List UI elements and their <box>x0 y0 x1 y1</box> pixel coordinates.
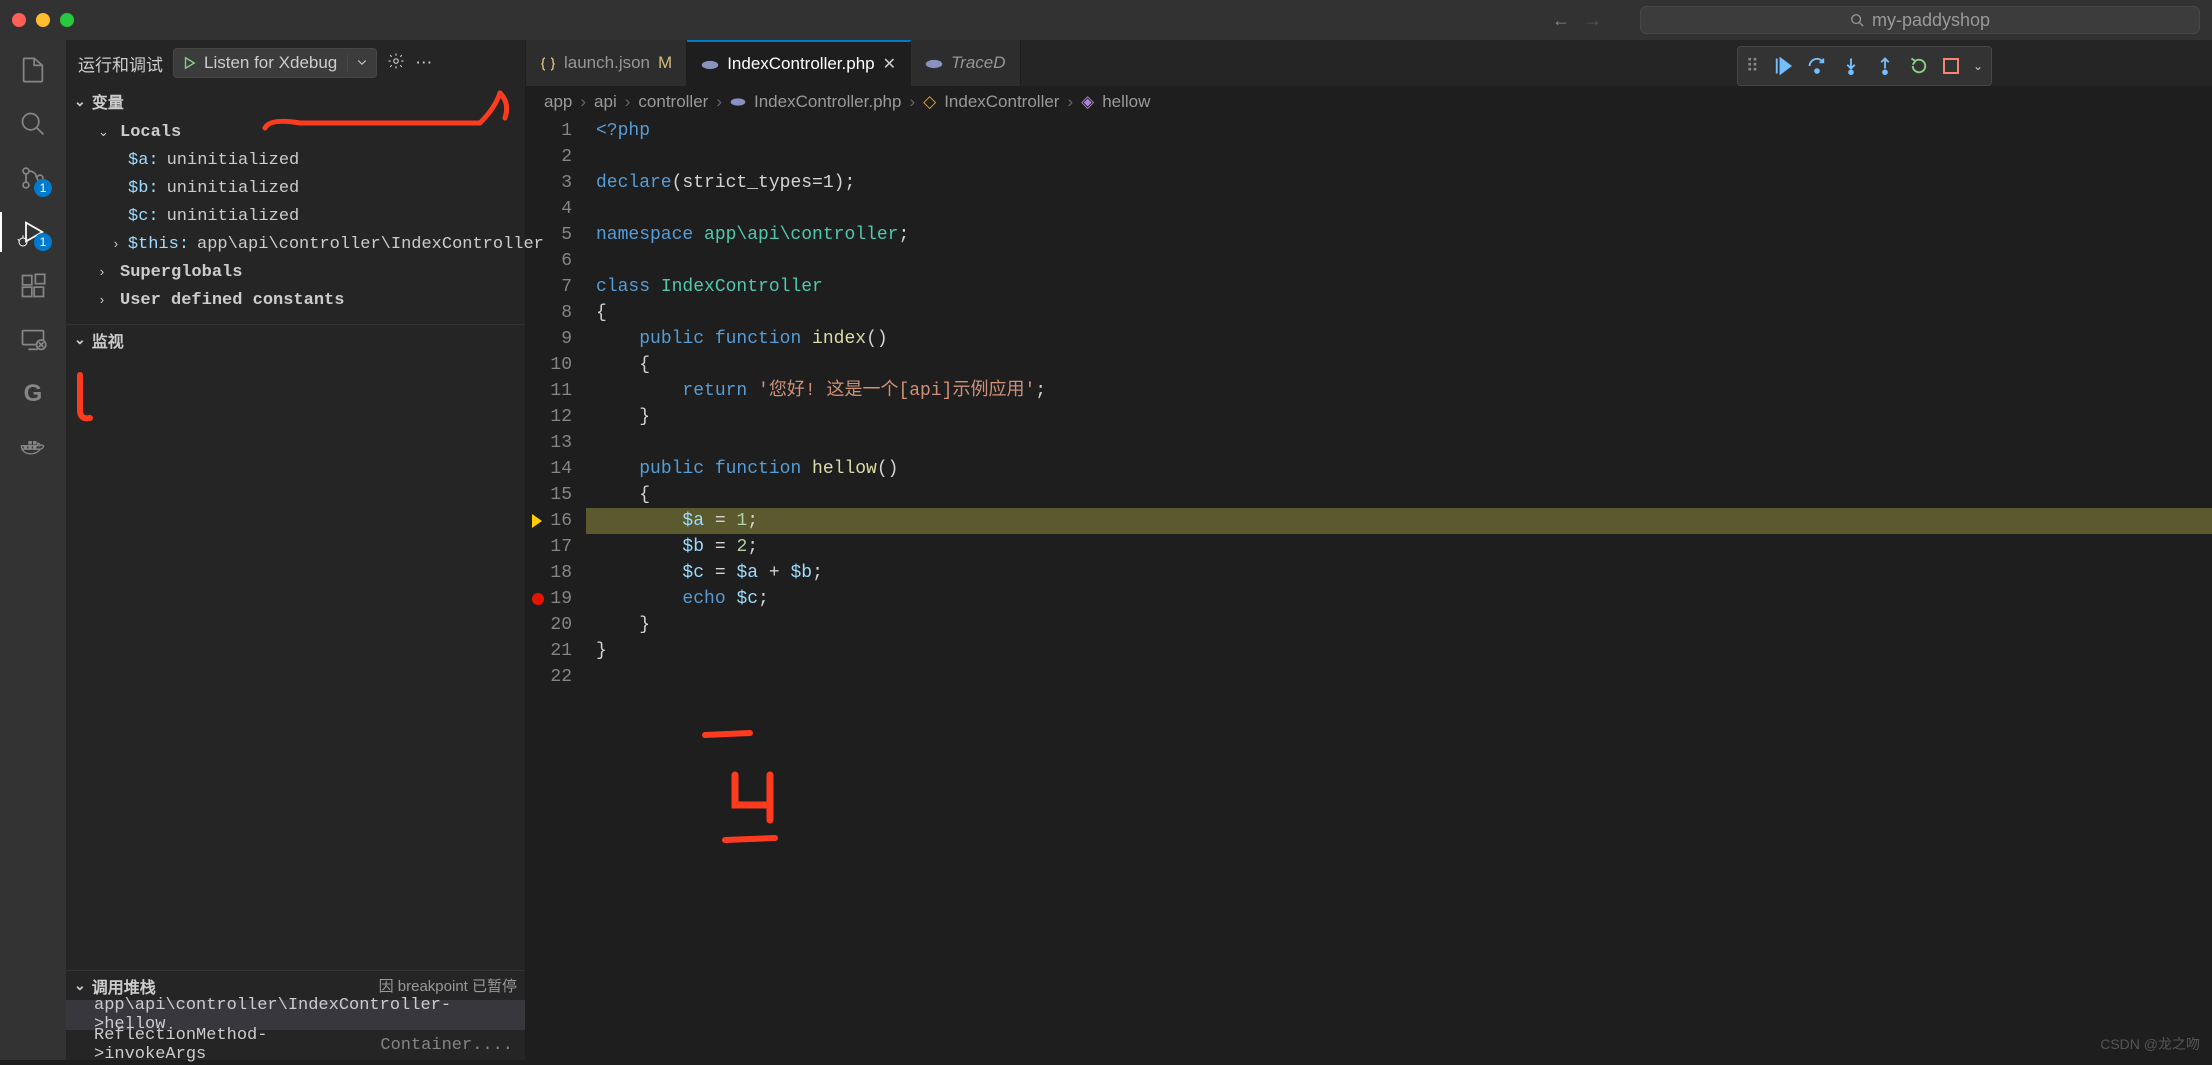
docker-icon[interactable] <box>17 432 49 464</box>
superglobals-group[interactable]: › Superglobals <box>84 258 525 286</box>
php-file-icon <box>730 97 746 107</box>
chevron-right-icon: › <box>625 92 631 112</box>
debug-toolbar: ⠿ ⌄ <box>1737 46 1992 86</box>
watch-body[interactable] <box>66 354 525 970</box>
activity-bar: 1 1 G <box>0 40 66 1060</box>
search-activity-icon[interactable] <box>17 108 49 140</box>
breakpoint-icon[interactable] <box>532 593 544 605</box>
variables-label: 变量 <box>92 89 124 113</box>
code-editor[interactable]: 1234 5678 9101112 131415 16 1718 19 2021… <box>526 118 2212 1060</box>
debug-config-dropdown[interactable] <box>347 53 376 73</box>
variable-row[interactable]: $c: uninitialized <box>84 202 525 230</box>
code-content[interactable]: <?php declare(strict_types=1); namespace… <box>586 118 2212 1060</box>
variable-this-row[interactable]: › $this: app\api\controller\IndexControl… <box>84 230 525 258</box>
callstack-frame[interactable]: ReflectionMethod->invokeArgs Container..… <box>66 1030 525 1060</box>
chevron-right-icon: › <box>716 92 722 112</box>
chevron-down-icon: ⌄ <box>74 93 86 110</box>
chevron-down-icon: ⌄ <box>74 331 86 348</box>
breadcrumb-item[interactable]: app <box>544 92 572 112</box>
window-controls <box>12 13 74 27</box>
continue-button[interactable] <box>1773 56 1793 76</box>
search-icon <box>1850 13 1864 27</box>
tab-label: IndexController.php <box>727 54 874 74</box>
restart-button[interactable] <box>1909 56 1929 76</box>
nav-back-button[interactable]: ← <box>1552 10 1570 31</box>
tab-trace[interactable]: TraceD <box>911 40 1020 86</box>
step-into-button[interactable] <box>1841 56 1861 76</box>
command-center-search[interactable]: my-paddyshop <box>1640 6 2200 34</box>
method-symbol-icon: ◈ <box>1081 92 1094 112</box>
variables-section-header[interactable]: ⌄ 变量 <box>66 86 525 116</box>
breadcrumb-item[interactable]: controller <box>638 92 708 112</box>
step-over-button[interactable] <box>1807 56 1827 76</box>
watch-label: 监视 <box>92 328 124 352</box>
nav-arrows: ← → <box>1552 10 1602 31</box>
chevron-right-icon: › <box>580 92 586 112</box>
json-file-icon <box>540 53 556 73</box>
gitlens-icon[interactable]: G <box>17 378 49 410</box>
debug-config-name: Listen for Xdebug <box>204 53 347 73</box>
stop-button[interactable] <box>1943 58 1959 74</box>
debug-sidebar: 运行和调试 Listen for Xdebug ⋯ ⌄ 变量 ⌄ Lo <box>66 40 526 1060</box>
callstack-status: 因 breakpoint 已暂停 <box>379 975 517 996</box>
debug-header: 运行和调试 Listen for Xdebug ⋯ <box>66 40 525 86</box>
breadcrumb-item[interactable]: IndexController <box>944 92 1059 112</box>
tab-modified-mark: M <box>658 53 672 73</box>
toolbar-grip-icon[interactable]: ⠿ <box>1746 56 1759 77</box>
php-file-icon <box>701 54 719 74</box>
nav-forward-button[interactable]: → <box>1584 10 1602 31</box>
stop-dropdown[interactable]: ⌄ <box>1973 59 1983 73</box>
debug-config-selector[interactable]: Listen for Xdebug <box>173 48 377 78</box>
maximize-window-button[interactable] <box>60 13 74 27</box>
debug-header-label: 运行和调试 <box>78 51 163 76</box>
class-symbol-icon: ◇ <box>923 92 936 112</box>
line-number-gutter[interactable]: 1234 5678 9101112 131415 16 1718 19 2021… <box>526 118 586 1060</box>
callstack-body: app\api\controller\IndexController->hell… <box>66 1000 525 1060</box>
tab-close-icon[interactable]: ✕ <box>883 54 896 74</box>
title-bar: ← → my-paddyshop <box>0 0 2212 40</box>
search-placeholder: my-paddyshop <box>1872 10 1990 31</box>
scm-badge: 1 <box>34 179 52 197</box>
variable-row[interactable]: $a: uninitialized <box>84 146 525 174</box>
close-window-button[interactable] <box>12 13 26 27</box>
watermark: CSDN @龙之吻 <box>2100 1034 2200 1054</box>
variable-row[interactable]: $b: uninitialized <box>84 174 525 202</box>
user-constants-group[interactable]: › User defined constants <box>84 286 525 314</box>
debug-settings-gear-icon[interactable] <box>387 52 405 75</box>
breadcrumbs[interactable]: app › api › controller › IndexController… <box>526 86 2212 118</box>
step-out-button[interactable] <box>1875 56 1895 76</box>
variables-tree: ⌄ Locals $a: uninitialized $b: uninitial… <box>66 116 525 324</box>
callstack-label: 调用堆栈 <box>92 974 156 998</box>
breadcrumb-item[interactable]: api <box>594 92 617 112</box>
chevron-right-icon: › <box>1067 92 1073 112</box>
tab-label: TraceD <box>951 53 1005 73</box>
source-control-icon[interactable]: 1 <box>17 162 49 194</box>
locals-group[interactable]: ⌄ Locals <box>84 118 525 146</box>
start-debug-button[interactable] <box>174 56 204 70</box>
debug-badge: 1 <box>34 233 52 251</box>
current-line-marker-icon <box>532 514 542 528</box>
debug-more-icon[interactable]: ⋯ <box>415 53 432 73</box>
remote-icon[interactable] <box>17 324 49 356</box>
tab-index-controller[interactable]: IndexController.php ✕ <box>687 40 911 86</box>
extensions-icon[interactable] <box>17 270 49 302</box>
editor-area: ⠿ ⌄ launch.json <box>526 40 2212 1060</box>
tab-label: launch.json <box>564 53 650 73</box>
explorer-icon[interactable] <box>17 54 49 86</box>
php-file-icon <box>925 53 943 73</box>
minimize-window-button[interactable] <box>36 13 50 27</box>
breadcrumb-item[interactable]: hellow <box>1102 92 1150 112</box>
watch-section-header[interactable]: ⌄ 监视 <box>66 324 525 354</box>
chevron-down-icon: ⌄ <box>74 977 86 994</box>
tab-launch-json[interactable]: launch.json M <box>526 40 687 86</box>
chevron-right-icon: › <box>909 92 915 112</box>
run-debug-icon[interactable]: 1 <box>17 216 49 248</box>
breadcrumb-item[interactable]: IndexController.php <box>754 92 901 112</box>
